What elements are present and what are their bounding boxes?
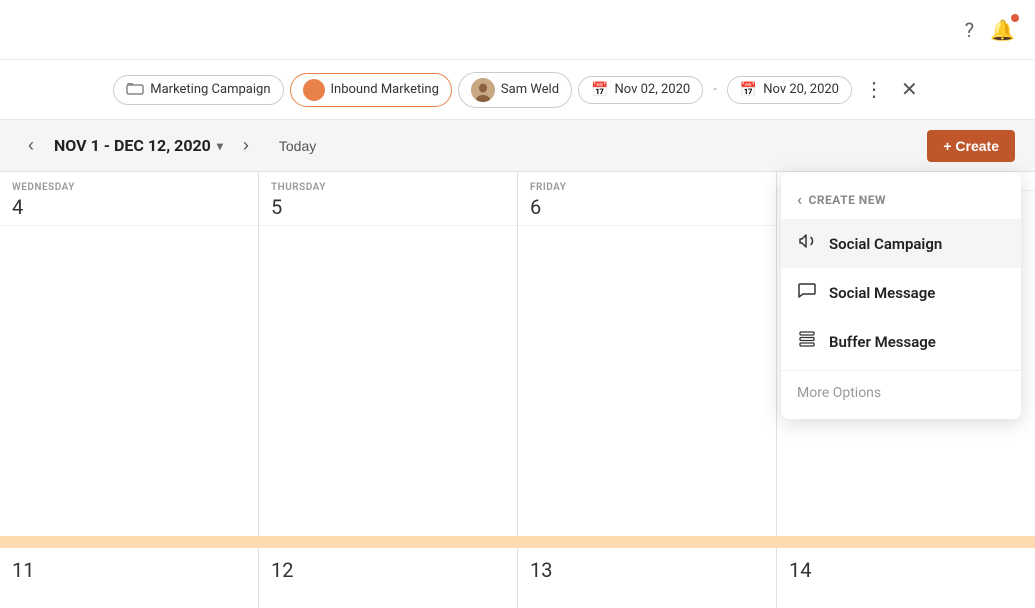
day-body-thu: [259, 226, 517, 536]
user-filter-chip[interactable]: Sam Weld: [458, 72, 572, 108]
bottom-day-13: 13: [530, 558, 764, 582]
buffer-message-label: Buffer Message: [829, 333, 936, 351]
campaign-filter-chip[interactable]: Marketing Campaign: [113, 75, 283, 105]
date-start-label: Nov 02, 2020: [614, 82, 690, 97]
inbound-color-dot: [303, 79, 325, 101]
social-message-icon: [797, 280, 817, 305]
social-message-item[interactable]: Social Message: [781, 268, 1021, 317]
social-campaign-label: Social Campaign: [829, 235, 942, 253]
calendar-start-icon: 📅: [591, 82, 608, 98]
more-options-label: More Options: [797, 385, 881, 401]
next-button[interactable]: ›: [235, 131, 257, 160]
social-campaign-item[interactable]: Social Campaign: [781, 219, 1021, 268]
social-campaign-icon: [797, 231, 817, 256]
dropdown-back[interactable]: ‹ CREATE NEW: [781, 180, 1021, 219]
bottom-col-11: 11: [0, 548, 258, 608]
folder-icon: [126, 81, 144, 99]
avatar: [471, 78, 495, 102]
topbar: ? 🔔: [0, 0, 1035, 60]
prev-button[interactable]: ‹: [20, 131, 42, 160]
day-header-wed: WEDNESDAY 4: [0, 172, 258, 226]
day-num-fri: 6: [530, 195, 764, 219]
bottom-col-13: 13: [518, 548, 776, 608]
day-name-wed: WEDNESDAY: [12, 182, 246, 193]
day-name-thu: THURSDAY: [271, 182, 505, 193]
more-options-item[interactable]: More Options: [781, 375, 1021, 411]
date-start-chip[interactable]: 📅 Nov 02, 2020: [578, 76, 703, 104]
inbound-label: Inbound Marketing: [331, 82, 439, 97]
dropdown-divider: [781, 370, 1021, 371]
user-label: Sam Weld: [501, 82, 559, 97]
more-options-button[interactable]: ⋮: [858, 77, 891, 102]
bottom-col-14: 14: [777, 548, 1035, 608]
date-end-label: Nov 20, 2020: [763, 82, 839, 97]
bottom-day-11: 11: [12, 558, 246, 582]
date-range-display[interactable]: NOV 1 - DEC 12, 2020 ▾: [54, 136, 223, 155]
day-header-fri: FRIDAY 6: [518, 172, 776, 226]
help-icon[interactable]: ?: [965, 18, 974, 42]
create-button[interactable]: + Create: [927, 130, 1015, 162]
orange-highlight-band: [0, 536, 1035, 548]
close-filter-button[interactable]: ✕: [897, 77, 922, 102]
buffer-message-icon: [797, 329, 817, 354]
create-new-label: CREATE NEW: [809, 193, 887, 207]
col-wednesday: WEDNESDAY 4: [0, 172, 258, 536]
day-num-thu: 5: [271, 195, 505, 219]
bottom-col-12: 12: [259, 548, 517, 608]
day-body-wed: [0, 226, 258, 536]
bottom-day-14: 14: [789, 558, 1023, 582]
campaign-label: Marketing Campaign: [150, 82, 270, 97]
notification-badge: [1011, 14, 1019, 22]
today-button[interactable]: Today: [269, 134, 326, 158]
day-body-fri: [518, 226, 776, 536]
day-num-wed: 4: [12, 195, 246, 219]
col-thursday: THURSDAY 5: [259, 172, 517, 536]
calendar-end-icon: 📅: [740, 82, 757, 98]
buffer-message-item[interactable]: Buffer Message: [781, 317, 1021, 366]
chevron-down-icon: ▾: [217, 139, 223, 153]
social-message-label: Social Message: [829, 284, 935, 302]
filterbar: Marketing Campaign Inbound Marketing Sam…: [0, 60, 1035, 120]
date-separator: -: [709, 82, 721, 97]
back-arrow-icon: ‹: [797, 190, 803, 209]
date-end-chip[interactable]: 📅 Nov 20, 2020: [727, 76, 852, 104]
bottom-row: 11 12 13 14: [0, 548, 1035, 608]
day-name-fri: FRIDAY: [530, 182, 764, 193]
day-header-thu: THURSDAY 5: [259, 172, 517, 226]
create-dropdown: ‹ CREATE NEW Social Campaign Social Mess…: [781, 172, 1021, 419]
inbound-filter-chip[interactable]: Inbound Marketing: [290, 73, 452, 107]
col-friday: FRIDAY 6: [518, 172, 776, 536]
notification-icon[interactable]: 🔔: [990, 18, 1015, 42]
bottom-day-12: 12: [271, 558, 505, 582]
calendar-toolbar: ‹ NOV 1 - DEC 12, 2020 ▾ › Today + Creat…: [0, 120, 1035, 172]
date-range-text: NOV 1 - DEC 12, 2020: [54, 136, 211, 155]
